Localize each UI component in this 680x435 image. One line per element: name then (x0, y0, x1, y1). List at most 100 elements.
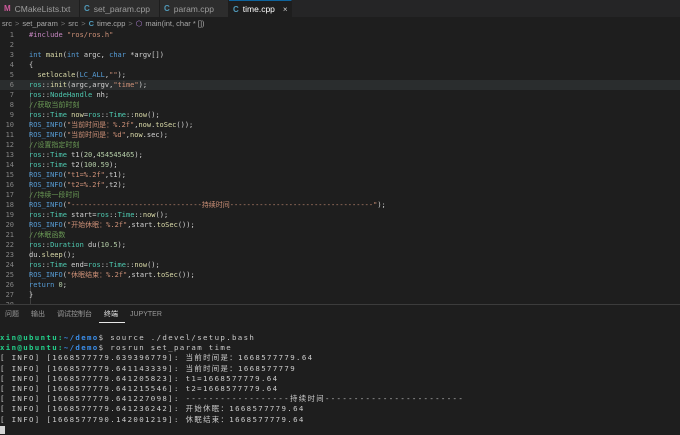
terminal-line: [ INFO] [1668577790.142001219]: 休眠结束：166… (0, 414, 305, 424)
code-text: ROS_INFO("开始休眠：%.2f",start.toSec()); (29, 221, 195, 229)
code-line[interactable]: 19 ros::Time start=ros::Time::now(); (0, 210, 680, 220)
code-line[interactable]: 12 //设置指定时刻 (0, 140, 680, 150)
line-number: 3 (9, 51, 14, 59)
code-text: ROS_INFO("------------------------------… (29, 201, 386, 209)
code-line[interactable]: 26 return 0; (0, 280, 680, 290)
code-line[interactable]: 6 ros::init(argc,argv,"time"); (0, 80, 680, 90)
breadcrumb-item[interactable]: set_param (22, 19, 57, 28)
code-text: ros::Duration du(10.5); (29, 241, 126, 249)
close-icon[interactable]: × (283, 5, 288, 14)
tab-problems[interactable]: 问题 (0, 305, 26, 323)
code-editor[interactable]: 1 #include "ros/ros.h" 2 3 int main(int argc… (0, 30, 680, 330)
code-text: ROS_INFO("t2=%.2f",t2); (29, 181, 126, 189)
terminal-line: xin@ubuntu:~/demo$ source ./devel/setup.… (0, 333, 680, 343)
code-line[interactable]: 20 ROS_INFO("开始休眠：%.2f",start.toSec()); (0, 220, 680, 230)
line-number: 11 (5, 131, 14, 139)
terminal-path: ~/demo (63, 343, 99, 353)
terminal-line: [ INFO] [1668577779.641205823]: t1=16685… (0, 373, 279, 383)
code-line[interactable]: 22 ros::Duration du(10.5); (0, 240, 680, 250)
line-number: 20 (5, 221, 14, 229)
line-number: 16 (5, 181, 14, 189)
function-symbol-icon: ⬡ (135, 18, 143, 28)
line-number: 24 (5, 261, 14, 269)
code-line[interactable]: 10 ROS_INFO("当前时间是：%.2f",now.toSec()); (0, 120, 680, 130)
line-number: 10 (5, 121, 14, 129)
code-text: } (29, 291, 34, 299)
tab-label: time.cpp (242, 4, 275, 14)
code-line[interactable]: 15 ROS_INFO("t1=%.2f",t1); (0, 170, 680, 180)
cmake-file-icon: M (4, 4, 11, 13)
line-number: 26 (5, 281, 14, 289)
code-line[interactable]: 25 ROS_INFO("休眠结束：%.2f",start.toSec()); (0, 270, 680, 280)
line-number: 25 (5, 271, 14, 279)
terminal-line: [ INFO] [1668577779.641227098]: --------… (0, 394, 465, 404)
tab-param-cpp[interactable]: C param.cpp (160, 0, 229, 17)
line-number: 17 (5, 191, 14, 199)
code-text: #include "ros/ros.h" (29, 31, 114, 39)
terminal-line: [ INFO] [1668577779.641236242]: 开始休眠：166… (0, 404, 305, 414)
code-text: ros::Time start=ros::Time::now(); (29, 211, 169, 219)
breadcrumb-item[interactable]: main(int, char * []) (145, 19, 204, 28)
code-line[interactable]: 8 //获取当前时刻 (0, 100, 680, 110)
tab-terminal[interactable]: 终端 (99, 305, 125, 323)
code-text: ROS_INFO("当前时间是：%.2f",now.toSec()); (29, 121, 194, 129)
breadcrumb-item[interactable]: time.cpp (97, 19, 125, 28)
code-line[interactable]: 9 ros::Time now=ros::Time::now(); (0, 110, 680, 120)
chevron-right-icon: > (15, 18, 20, 28)
breadcrumb: src > set_param > src > C time.cpp > ⬡ m… (0, 17, 680, 29)
code-text: { (29, 61, 34, 69)
code-line[interactable]: 7 ros::NodeHandle nh; (0, 90, 680, 100)
tab-time-cpp[interactable]: C time.cpp × (229, 0, 292, 17)
line-number: 21 (5, 231, 14, 239)
code-line[interactable]: 13 ros::Time t1(20,454545465); (0, 150, 680, 160)
code-line[interactable]: 5 setlocale(LC_ALL,""); (0, 70, 680, 80)
code-line[interactable]: 21 //休眠函数 (0, 230, 680, 240)
terminal-prompt: xin@ubuntu: (0, 333, 64, 342)
terminal-line: [ INFO] [1668577779.639396779]: 当前时间是：16… (0, 353, 314, 363)
code-line[interactable]: 14 ros::Time t2(100.59); (0, 160, 680, 170)
tab-debug-console[interactable]: 调试控制台 (52, 305, 99, 323)
code-text: //设置指定时刻 (29, 141, 80, 149)
terminal-command: $ source ./devel/setup.bash (98, 333, 256, 342)
code-text: ros::Time end=ros::Time::now(); (29, 261, 160, 269)
code-line[interactable]: 2 (0, 40, 680, 50)
terminal-cursor-line (0, 425, 680, 435)
code-line[interactable]: 16 ROS_INFO("t2=%.2f",t2); (0, 180, 680, 190)
breadcrumb-item[interactable]: src (2, 19, 12, 28)
tab-set-param-cpp[interactable]: C set_param.cpp (80, 0, 160, 17)
line-number: 4 (9, 61, 14, 69)
code-line[interactable]: 1 #include "ros/ros.h" (0, 30, 680, 40)
line-number: 9 (9, 111, 14, 119)
breadcrumb-item[interactable]: src (68, 19, 78, 28)
cpp-file-icon: C (233, 4, 239, 14)
terminal-line: [ INFO] [1668577779.641215546]: t2=16685… (0, 383, 279, 393)
line-number: 13 (5, 151, 14, 159)
panel-tab-bar: 问题 输出 调试控制台 终端 JUPYTER (0, 305, 680, 323)
code-line[interactable]: 27} (0, 290, 680, 300)
code-text: //休眠函数 (29, 231, 66, 239)
code-text: return 0; (29, 281, 67, 289)
tab-output[interactable]: 输出 (26, 305, 52, 323)
code-line[interactable]: 23 du.sleep(); (0, 250, 680, 260)
code-line[interactable]: 4{ (0, 60, 680, 70)
code-line[interactable]: 11 ROS_INFO("当前时间是：%d",now.sec); (0, 130, 680, 140)
code-line[interactable]: 24 ros::Time end=ros::Time::now(); (0, 260, 680, 270)
code-line[interactable]: 17 //持续一段时间 (0, 190, 680, 200)
code-text: ROS_INFO("当前时间是：%d",now.sec); (29, 131, 168, 139)
code-text: setlocale(LC_ALL,""); (37, 71, 126, 79)
code-text: ros::NodeHandle nh; (29, 91, 110, 99)
line-number: 7 (9, 91, 14, 99)
tab-cmakelists[interactable]: M CMakeLists.txt (0, 0, 80, 17)
code-line[interactable]: 18 ROS_INFO("----------------------------… (0, 200, 680, 210)
tab-jupyter[interactable]: JUPYTER (125, 305, 169, 323)
line-number: 15 (5, 171, 14, 179)
cpp-file-icon: C (164, 4, 170, 13)
terminal-prompt: xin@ubuntu: (0, 343, 64, 353)
terminal-line: xin@ubuntu:~/demo$ rosrun set_param time (0, 343, 680, 353)
code-line[interactable]: 3 int main(int argc, char *argv[]) (0, 50, 680, 60)
code-text: int main(int argc, char *argv[]) (29, 51, 164, 59)
terminal-cursor (0, 425, 5, 434)
terminal-line: [ INFO] [1668577779.641143339]: 当前时间是：16… (0, 363, 297, 373)
line-number: 12 (5, 141, 14, 149)
terminal[interactable]: xin@ubuntu:~/demo$ source ./devel/setup.… (0, 333, 680, 435)
